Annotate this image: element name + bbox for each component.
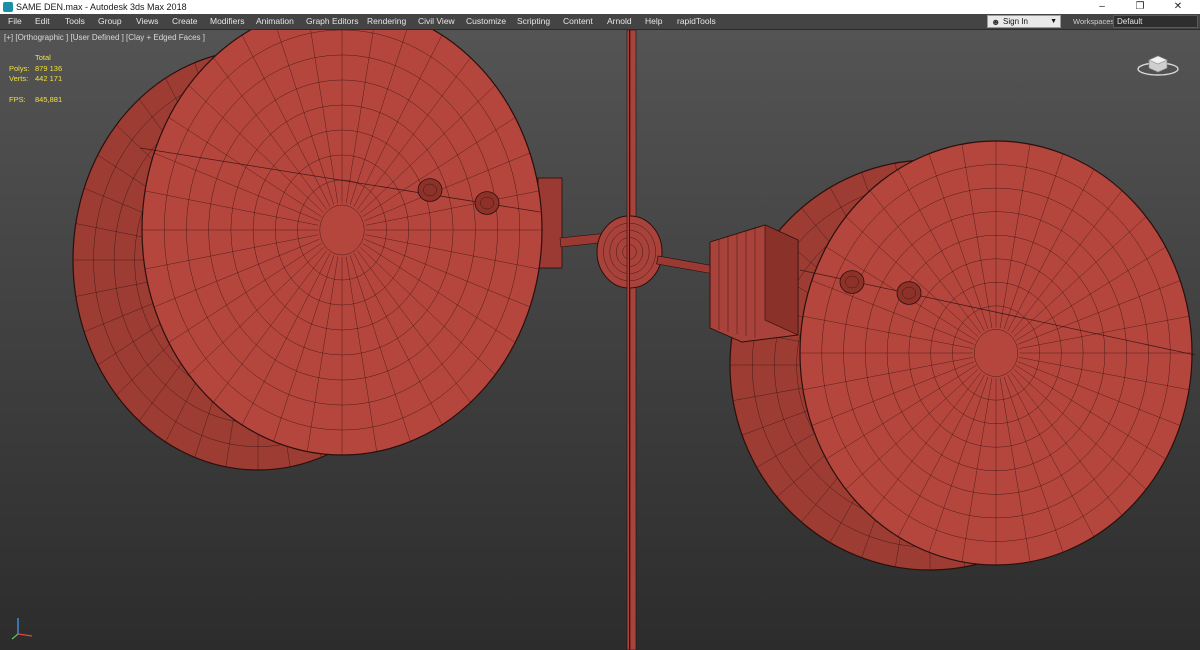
menu-bar: File Edit Tools Group Views Create Modif… bbox=[0, 14, 1200, 30]
menu-customize[interactable]: Customize bbox=[466, 14, 506, 29]
chevron-down-icon: ▼ bbox=[1050, 18, 1057, 25]
stats-fps-label: FPS: bbox=[9, 95, 26, 104]
menu-group[interactable]: Group bbox=[98, 14, 122, 29]
title-bar: SAME DEN.max - Autodesk 3ds Max 2018 – ❐… bbox=[0, 0, 1200, 14]
stats-total-label: Total bbox=[35, 53, 51, 62]
sign-in-dropdown[interactable]: ☻ Sign In ▼ bbox=[987, 15, 1061, 28]
stats-polys-value: 879 136 bbox=[35, 63, 63, 73]
menu-rendering[interactable]: Rendering bbox=[367, 14, 406, 29]
mast-left bbox=[626, 30, 629, 650]
hub-left bbox=[596, 215, 629, 289]
hub-right bbox=[630, 215, 663, 289]
disc-front-left bbox=[141, 30, 543, 456]
minimize-button[interactable]: – bbox=[1086, 0, 1118, 14]
axis-tripod-icon bbox=[11, 618, 33, 640]
menu-edit[interactable]: Edit bbox=[35, 14, 50, 29]
sign-in-label: Sign In bbox=[1003, 17, 1028, 26]
menu-scripting[interactable]: Scripting bbox=[517, 14, 550, 29]
menu-file[interactable]: File bbox=[8, 14, 22, 29]
window-title: SAME DEN.max - Autodesk 3ds Max 2018 bbox=[16, 2, 187, 12]
viewport-right[interactable] bbox=[630, 30, 1200, 650]
menu-animation[interactable]: Animation bbox=[256, 14, 294, 29]
disc-front-right bbox=[799, 140, 1193, 566]
scene-right bbox=[630, 30, 1196, 650]
workspaces-label: Workspaces: bbox=[1073, 17, 1117, 26]
menu-tools[interactable]: Tools bbox=[65, 14, 85, 29]
menu-content[interactable]: Content bbox=[563, 14, 593, 29]
menu-rapidtools[interactable]: rapidTools bbox=[677, 14, 716, 29]
workspaces-select[interactable]: Default bbox=[1113, 15, 1198, 28]
viewport-left[interactable]: [+] [Orthographic ] [User Defined ] [Cla… bbox=[0, 30, 630, 650]
stats-fps-value: 845,881 bbox=[35, 95, 63, 104]
hole-left-2 bbox=[474, 191, 500, 215]
user-icon: ☻ bbox=[991, 17, 1001, 27]
menu-arnold[interactable]: Arnold bbox=[607, 14, 632, 29]
menu-civil-view[interactable]: Civil View bbox=[418, 14, 455, 29]
hole-left-1 bbox=[417, 178, 443, 202]
menu-modifiers[interactable]: Modifiers bbox=[210, 14, 244, 29]
hole-right-1 bbox=[839, 270, 865, 294]
mast-right bbox=[630, 30, 637, 650]
viewport-label[interactable]: [+] [Orthographic ] [User Defined ] [Cla… bbox=[4, 33, 205, 43]
stats-polys-label: Polys: bbox=[9, 63, 30, 73]
workspaces-value: Default bbox=[1117, 17, 1143, 26]
hole-right-2 bbox=[896, 281, 922, 305]
scene-left bbox=[72, 30, 629, 650]
stats-verts-label: Verts: bbox=[9, 74, 29, 83]
app-icon[interactable] bbox=[3, 2, 13, 12]
viewcube-icon[interactable] bbox=[1135, 50, 1181, 80]
menu-views[interactable]: Views bbox=[136, 14, 159, 29]
restore-button[interactable]: ❐ bbox=[1124, 0, 1156, 14]
close-button[interactable]: ✕ bbox=[1162, 0, 1194, 14]
menu-help[interactable]: Help bbox=[645, 14, 662, 29]
menu-create[interactable]: Create bbox=[172, 14, 198, 29]
stats-verts-value: 442 171 bbox=[35, 74, 63, 83]
menu-graph-editors[interactable]: Graph Editors bbox=[306, 14, 358, 29]
